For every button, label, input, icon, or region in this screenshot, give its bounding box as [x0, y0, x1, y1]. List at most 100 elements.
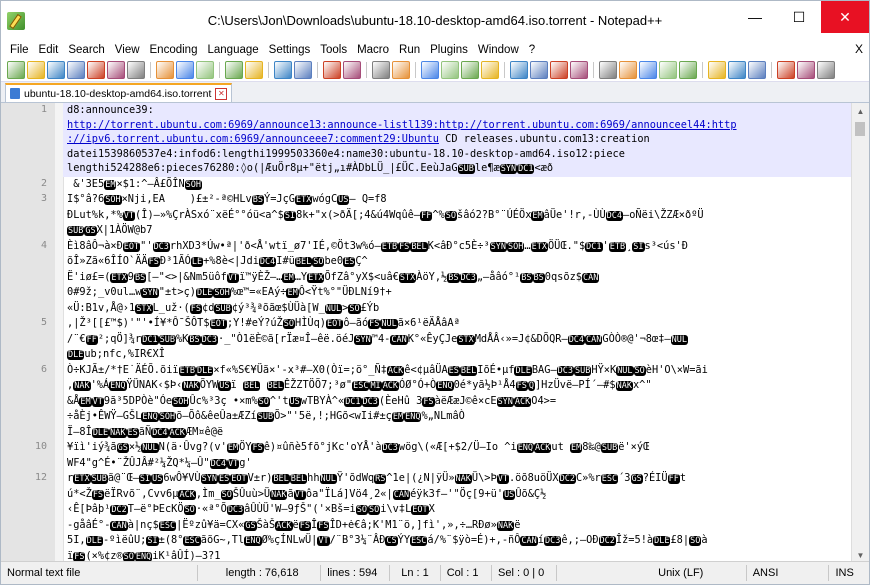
save-icon[interactable]	[47, 61, 65, 79]
code-line[interactable]: 2 &'3E5EM×$1:^–Â£ÕÎNSOH	[41, 177, 854, 193]
play-multiple-icon[interactable]	[659, 61, 677, 79]
menu-edit[interactable]: Edit	[34, 44, 64, 56]
control-char-badge: SI	[283, 210, 297, 221]
code-line[interactable]: ÐLut%k,*%VT(Î)—»%ÇrÀSxó¨xëÉ°°óü<a^$SI8k+…	[63, 208, 854, 224]
code-line[interactable]: «Ü:B1v,Å@›1STXL_už·(FS¢dSUB¢ý³¾ªõãœ$ÙÜà[…	[63, 301, 854, 317]
vertical-scrollbar[interactable]: ▲ ▼	[851, 103, 869, 564]
function-list-icon[interactable]	[530, 61, 548, 79]
scroll-up-icon[interactable]: ▲	[852, 103, 869, 120]
save-all-icon[interactable]	[67, 61, 85, 79]
control-char-badge: NAK	[109, 427, 127, 438]
code-line[interactable]: 3 I$°â?6SOH×Nji,EA )£±²-ª©HLvBSÝ=JçGETXwó…	[41, 192, 854, 208]
menu-language[interactable]: Language	[202, 44, 263, 56]
code-line[interactable]: SUB GSX|1ÀÖW@b7	[63, 223, 854, 239]
redo-icon[interactable]	[245, 61, 263, 79]
code-line[interactable]: ú*<ŽFSëÏRvõ¨,Cvv6µACK,Ìm_SOŠÛuù>ÜNAKãVTô…	[63, 487, 854, 503]
arrow-down-icon[interactable]	[817, 61, 835, 79]
doc-map-icon[interactable]	[510, 61, 528, 79]
code-line[interactable]: Ï–8ÎDLE NAK ESãÑDC4 ACKÆM¤ê@ë	[63, 425, 854, 441]
plugin-b-icon[interactable]	[748, 61, 766, 79]
close-document-button[interactable]: X	[855, 42, 863, 56]
play-macro-icon[interactable]	[639, 61, 657, 79]
zoom-out-icon[interactable]	[343, 61, 361, 79]
monitoring-icon[interactable]	[570, 61, 588, 79]
code-line[interactable]: http://torrent.ubuntu.com:6969/announce1…	[63, 117, 854, 132]
code-line[interactable]: ‹Ê[Þâþ¹DC2T–ë°ÞEcKÖSO·«ª°ÕDC3âÛÙÜ'W–9ƒŠ"…	[63, 502, 854, 518]
menu-macro[interactable]: Macro	[352, 44, 394, 56]
new-file-icon[interactable]	[7, 61, 25, 79]
text-run: %K	[175, 332, 189, 345]
indent-guide-icon[interactable]	[461, 61, 479, 79]
cut-icon[interactable]	[156, 61, 174, 79]
sync-vertical-icon[interactable]	[372, 61, 390, 79]
word-wrap-icon[interactable]	[421, 61, 439, 79]
menu-help[interactable]: ?	[524, 44, 540, 56]
menu-plugins[interactable]: Plugins	[425, 44, 473, 56]
open-file-icon[interactable]	[27, 61, 45, 79]
copy-icon[interactable]	[176, 61, 194, 79]
close-button[interactable]: ✕	[821, 1, 869, 33]
scroll-thumb[interactable]	[855, 122, 865, 136]
save-macro-icon[interactable]	[679, 61, 697, 79]
find-icon[interactable]	[274, 61, 292, 79]
menu-tools[interactable]: Tools	[315, 44, 352, 56]
control-char-badge: NAK	[496, 520, 515, 531]
code-line[interactable]: 5 ,|Ž³[[£™$)'"'•Í¥*Ô¯ŠÔT$EOT;Y!#eÝ?úŽSOHÌ…	[41, 316, 854, 332]
url-link[interactable]: ://ipv6.torrent.ubuntu.com:6969/announce…	[67, 133, 439, 145]
record-macro-icon[interactable]	[599, 61, 617, 79]
paste-icon[interactable]	[196, 61, 214, 79]
menu-search[interactable]: Search	[63, 44, 109, 56]
code-line[interactable]: 10 ¥ïì'iý¾ãGS×½NULN(ä·Ûvg?(v'EMÖYFSê)¤ûñè…	[35, 440, 854, 456]
code-line[interactable]: lengthi524288e6:pieces76280:◊o(|ÆuÖr8µ+"…	[63, 161, 854, 177]
print-icon[interactable]	[127, 61, 145, 79]
maximize-button[interactable]: ☐	[777, 1, 821, 33]
minimize-button[interactable]: —	[733, 1, 777, 33]
stop-record-icon[interactable]	[619, 61, 637, 79]
control-char-badge: BEL	[294, 257, 313, 267]
undo-icon[interactable]	[225, 61, 243, 79]
code-line[interactable]: ,NAK'%ÁENQŸÜNAK‹$Þ‹NAKÕYWUSï BEL BELÊŽZT…	[63, 378, 854, 394]
code-line[interactable]: &ÅEM VT9ã³5DPÒè"ÓeSOHÛc%³3ç •×m%SO^'tUSwT…	[63, 394, 854, 410]
tab-close-icon[interactable]: ✕	[215, 87, 228, 100]
code-line[interactable]: 5I,DLE-ºìëûU;SI±(8°ESCãõG~,TlENQØ%çÍNLwÜ…	[63, 533, 854, 549]
plugin-a-icon[interactable]	[728, 61, 746, 79]
close-all-icon[interactable]	[107, 61, 125, 79]
zoom-in-icon[interactable]	[323, 61, 341, 79]
code-line[interactable]: 12 rETX SUBã@¨Œ–SI US6wÔ¥VÙSYN ES EOTV±r)BEL B…	[35, 471, 854, 487]
user-lang-icon[interactable]	[481, 61, 499, 79]
code-line[interactable]: ://ipv6.torrent.ubuntu.com:6969/announce…	[63, 132, 854, 147]
menu-window[interactable]: Window	[473, 44, 524, 56]
menu-file[interactable]: File	[5, 44, 34, 56]
code-line[interactable]: 6 Ò÷KJÃ±/*†E˙ÄÉÕ.õiïETB DLE×f«%S€¥Üã×'-x³#…	[41, 363, 854, 379]
code-line[interactable]: datei1539860537e4:infod6:lengthi19995033…	[63, 146, 854, 161]
menu-run[interactable]: Run	[394, 44, 425, 56]
menu-encoding[interactable]: Encoding	[145, 44, 203, 56]
url-link[interactable]: http://torrent.ubuntu.com:6969/announce1…	[67, 119, 737, 131]
code-line[interactable]: 4 Èì8âÔ¬à×ÐEOT"'DC3rhXD3*Úw•ª|'ð<Å'wtï_ø7…	[41, 239, 854, 255]
sync-horizontal-icon[interactable]	[392, 61, 410, 79]
spell-check-icon[interactable]	[708, 61, 726, 79]
code-line[interactable]: -gåâÉ°-CANà|nç$ESC|Ëºzû¥ä=CX«GSŠàŠACKëFS…	[63, 518, 854, 534]
code-line[interactable]: ÷åÈj•ÊWŸ–GŠLENQ SOHõ–Õô&êeÛa±ÆZíSUBÕ>"'5ë…	[63, 409, 854, 425]
tab-torrent-file[interactable]: ubuntu-18.10-desktop-amd64.iso.torrent ✕	[5, 83, 233, 102]
replace-icon[interactable]	[294, 61, 312, 79]
code-line[interactable]: WF4"g^É•¨ŽÛJÂ#²¼ŽQ*¼–Û"DC4 VTg'	[63, 456, 854, 472]
code-line[interactable]: /¨€FF²;qÖ]¾rDC1 SUB%KBS DC3·_"Ò1ëÈ©ã[rÏæ¤Î…	[63, 332, 854, 348]
text-run: ^1e|(¿N|ÿÜ»	[386, 472, 455, 484]
code-text[interactable]: 1 d8:announce39: http://torrent.ubuntu.com…	[35, 103, 854, 564]
arrow-up-icon[interactable]	[797, 61, 815, 79]
menu-settings[interactable]: Settings	[264, 44, 316, 56]
code-line[interactable]: 0#9ž;_v0ul…wSYN"±t>ç)DLE SOH%œ™=«EAý÷EMÔ<…	[63, 285, 854, 301]
code-line[interactable]: Ë'iø£=(ETX9BS[–"<>|&Nm5üôfVTï™ÿÈŽ–…EM…YE…	[63, 270, 854, 286]
control-char-badge: ETB	[608, 241, 627, 252]
close-icon[interactable]	[87, 61, 105, 79]
code-line[interactable]: õÎ»Zã«6ÎÍO`ÄÄFSÐ³1ÃÓLE+%8è<|JdiDC4I#üBEL…	[63, 254, 854, 270]
folder-workspace-icon[interactable]	[550, 61, 568, 79]
code-line[interactable]: DLEub;nfc,%IR€XÎ	[63, 347, 854, 363]
code-line[interactable]: 1 d8:announce39:	[41, 103, 854, 118]
menu-view[interactable]: View	[110, 44, 145, 56]
editor-area[interactable]: 1 d8:announce39: http://torrent.ubuntu.com…	[1, 103, 854, 564]
sigma-icon[interactable]	[777, 61, 795, 79]
show-all-chars-icon[interactable]	[441, 61, 459, 79]
text-run: – Q=f8	[349, 193, 387, 205]
